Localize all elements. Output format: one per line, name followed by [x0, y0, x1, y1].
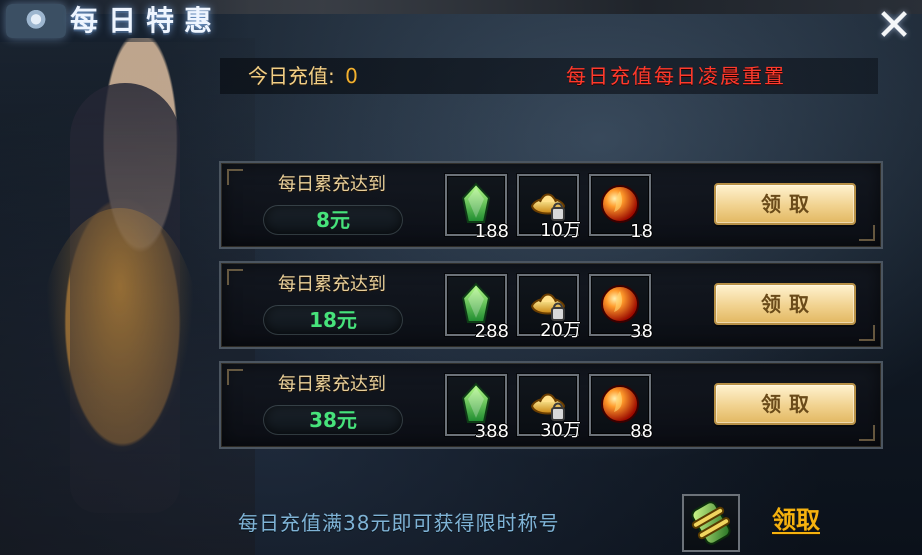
- green-crystal-icon: [461, 182, 491, 223]
- red-orb-icon: [601, 285, 639, 323]
- tier-title: 每日累充达到: [278, 174, 386, 195]
- green-crystal-icon: [461, 382, 491, 423]
- reward-count: 288: [474, 321, 509, 342]
- page-title: 每日特惠: [70, 4, 223, 37]
- character-portrait: [0, 38, 255, 555]
- reward-count: 88: [630, 421, 653, 442]
- reward-item[interactable]: 388: [445, 374, 509, 442]
- tier-amount: 38元: [263, 405, 403, 435]
- title-bar: 每日特惠: [0, 0, 250, 42]
- claim-button-label: 领取: [761, 392, 817, 416]
- claim-button-label: 领取: [761, 292, 817, 316]
- green-crystal-icon: [461, 282, 491, 323]
- reward-count: 10万: [540, 220, 581, 241]
- reward-count: 18: [630, 221, 653, 242]
- tier-title: 每日累充达到: [278, 274, 386, 295]
- reward-item[interactable]: 188: [445, 174, 509, 242]
- reward-item[interactable]: 20万: [517, 274, 581, 341]
- today-recharge-value: 0: [345, 64, 358, 88]
- title-reward-message: 每日充值满38元即可获得限时称号: [238, 511, 560, 535]
- scale-emblem-icon: [6, 4, 66, 38]
- tier-title: 每日累充达到: [278, 374, 386, 395]
- today-recharge: 今日充值: 0: [248, 62, 358, 90]
- title-reward-item[interactable]: [682, 494, 740, 552]
- close-button[interactable]: ✕: [874, 4, 914, 48]
- reward-count: 38: [630, 321, 653, 342]
- claim-button[interactable]: 领取: [714, 283, 856, 325]
- reward-item[interactable]: 88: [589, 374, 653, 442]
- claim-button-label: 领取: [761, 192, 817, 216]
- reward-item[interactable]: 30万: [517, 374, 581, 441]
- reward-item[interactable]: 38: [589, 274, 653, 342]
- today-recharge-label: 今日充值:: [248, 64, 335, 88]
- tier-amount: 8元: [263, 205, 403, 235]
- scroll-icon: [691, 501, 731, 545]
- reward-item[interactable]: 18: [589, 174, 653, 242]
- tier-amount: 18元: [263, 305, 403, 335]
- close-icon: ✕: [875, 0, 913, 51]
- claim-button[interactable]: 领取: [714, 183, 856, 225]
- reward-item[interactable]: 10万: [517, 174, 581, 241]
- reward-count: 388: [474, 421, 509, 442]
- footer-claim-link[interactable]: 领取: [772, 503, 820, 537]
- claim-button[interactable]: 领取: [714, 383, 856, 425]
- red-orb-icon: [601, 185, 639, 223]
- reward-count: 188: [474, 221, 509, 242]
- red-orb-icon: [601, 385, 639, 423]
- reward-count: 20万: [540, 320, 581, 341]
- reward-count: 30万: [540, 420, 581, 441]
- reset-note: 每日充值每日凌晨重置: [566, 64, 786, 88]
- reward-item[interactable]: 288: [445, 274, 509, 342]
